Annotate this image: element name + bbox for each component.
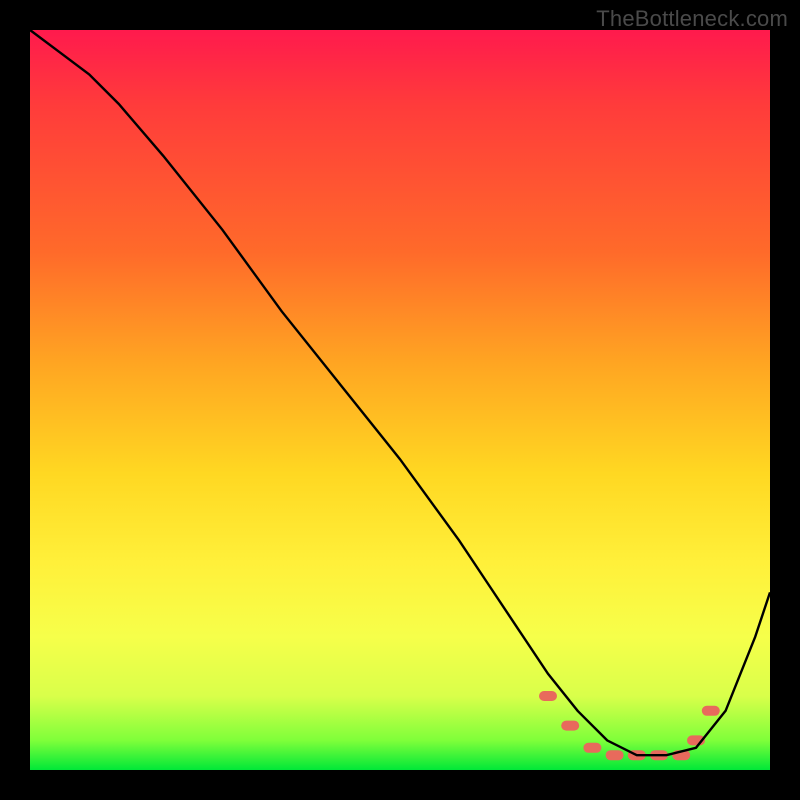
plot-area <box>30 30 770 770</box>
highlight-dot <box>606 750 624 760</box>
watermark-text: TheBottleneck.com <box>596 6 788 32</box>
curve-layer <box>30 30 770 770</box>
bottleneck-curve <box>30 30 770 755</box>
highlight-dot <box>561 721 579 731</box>
highlight-dot <box>539 691 557 701</box>
highlight-dot <box>702 706 720 716</box>
highlight-dot <box>583 743 601 753</box>
chart-frame: TheBottleneck.com <box>0 0 800 800</box>
